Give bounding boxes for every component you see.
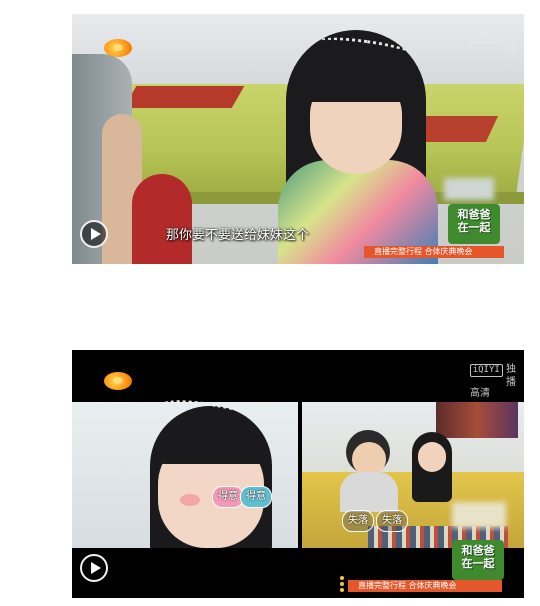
play-button[interactable] (80, 554, 108, 582)
mango-tv-logo-icon (104, 372, 132, 390)
wall-poster (436, 402, 518, 438)
iqiyi-logo-icon: iQIYI (469, 31, 503, 44)
girl-bangs (156, 424, 268, 464)
letterbox-top (72, 350, 524, 402)
boy-face (352, 442, 386, 476)
ticker-dot (340, 582, 344, 586)
blurred-area (444, 178, 494, 200)
subtitle: 那你要不要送给妹妹这个 (166, 228, 310, 243)
blurred-area (452, 502, 506, 528)
iqiyi-watermark: iQIYI 独播 (468, 31, 516, 55)
red-chair (132, 174, 192, 264)
news-ticker: 直播完整行程 合体庆典晚会 (348, 580, 502, 592)
mango-tv-logo-icon (104, 39, 132, 57)
show-logo-line: 和爸爸 (461, 544, 495, 557)
watermark-exclusive: 独播 (506, 31, 516, 55)
iqiyi-logo-icon: iQIYI (469, 364, 503, 377)
cheek (180, 494, 200, 506)
video-frame-1[interactable]: iQIYI 独播 那你要不要送给妹妹这个 和爸爸 在一起 直播完整行程 合体庆典… (72, 14, 524, 264)
show-logo-line: 在一起 (461, 557, 495, 570)
play-button[interactable] (80, 220, 108, 248)
emotion-sticker: 失落 (342, 510, 374, 532)
show-logo-line: 和爸爸 (457, 208, 491, 221)
ticker-dot (340, 576, 344, 580)
video-frame-2[interactable]: iQIYI 独播 高清 得意 得意 失落 失落 和爸爸 在一起 直播完整行程 合… (72, 350, 524, 598)
watermark-quality: 高清 (470, 388, 490, 399)
boy-body (340, 472, 398, 512)
show-logo-line: 在一起 (457, 221, 491, 234)
video-panel-closeup (72, 394, 298, 556)
ticker-dot (340, 588, 344, 592)
emotion-sticker: 失落 (376, 510, 408, 532)
video-panel-wide (302, 402, 524, 548)
watermark-exclusive: 独播 (506, 364, 516, 388)
girl-bangs (304, 58, 408, 102)
news-ticker: 直播完整行程 合体庆典晚会 (364, 246, 504, 258)
table-red-panel (123, 86, 245, 108)
iqiyi-watermark: iQIYI 独播 高清 (468, 364, 516, 399)
girl-face (418, 442, 446, 472)
emotion-sticker: 得意 (240, 486, 272, 508)
show-logo: 和爸爸 在一起 (452, 540, 504, 580)
show-logo: 和爸爸 在一起 (448, 204, 500, 244)
